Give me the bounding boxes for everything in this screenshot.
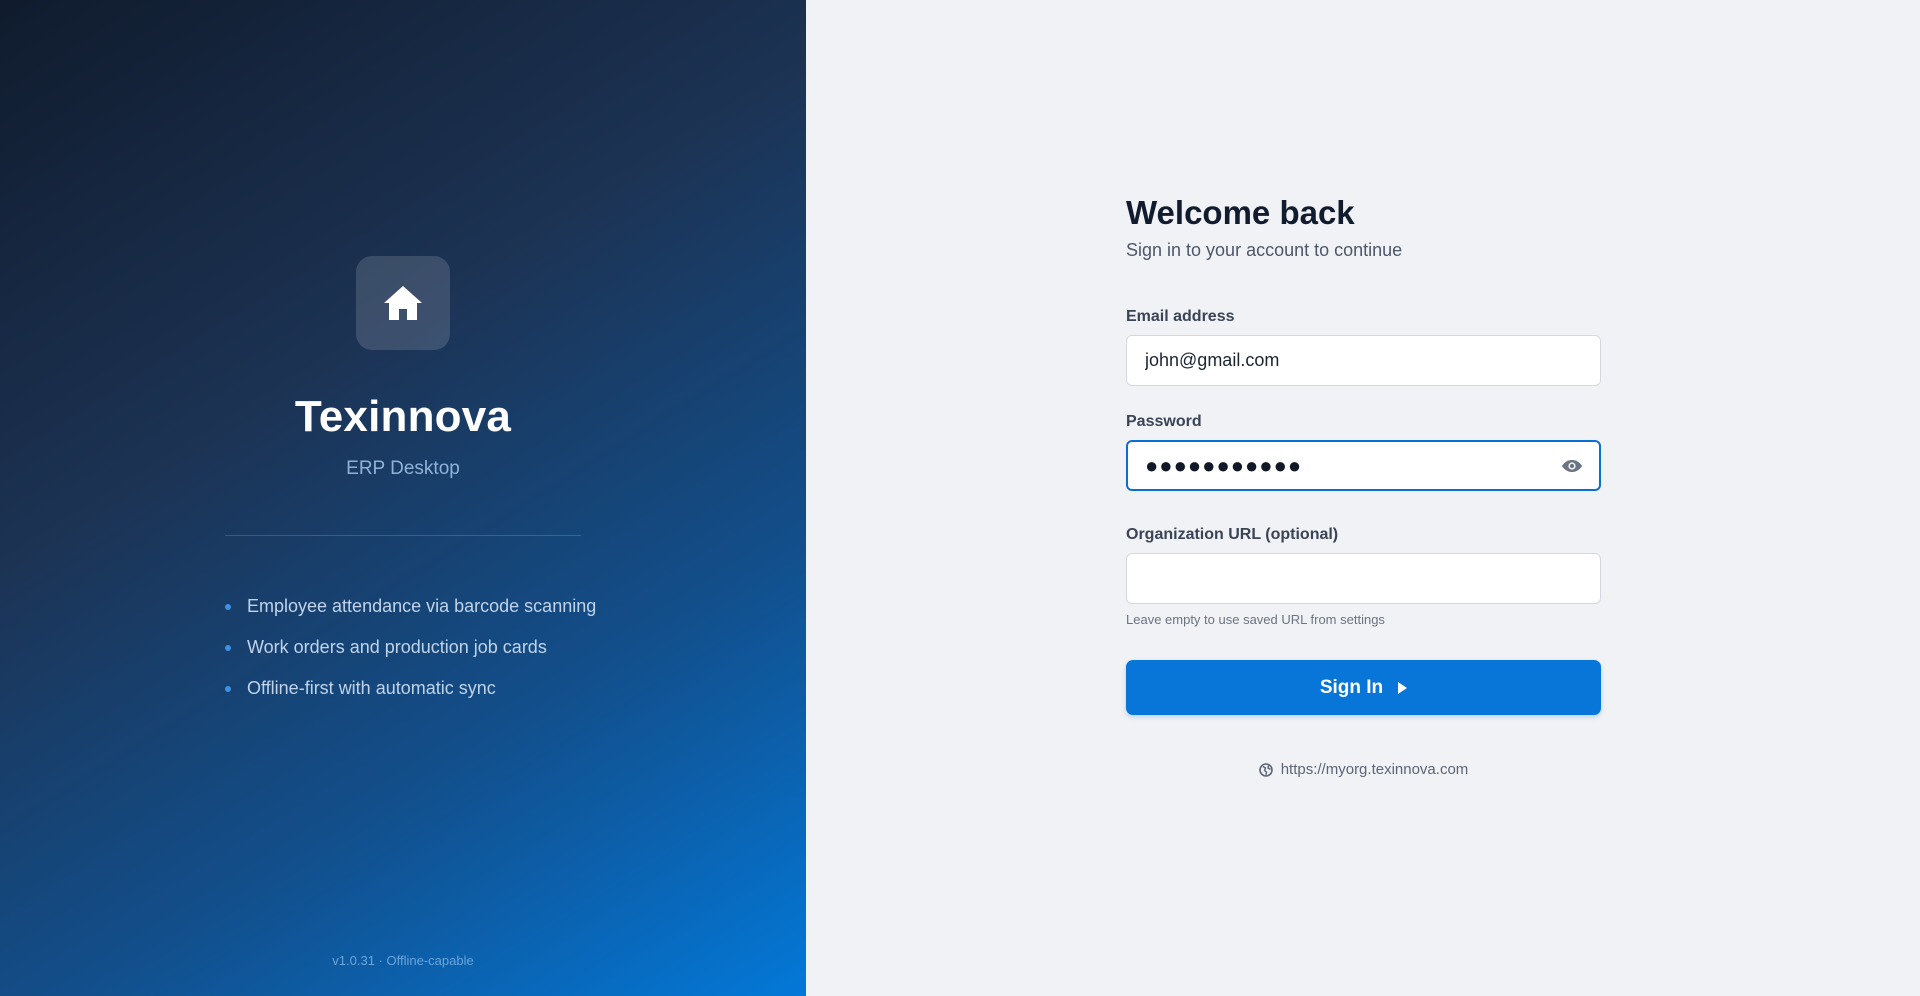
page-title: Welcome back — [1126, 194, 1355, 231]
brand-subtitle: ERP Desktop — [346, 458, 460, 479]
password-field-wrapper — [1126, 440, 1601, 491]
org-url-text: https://myorg.texinnova.com — [1280, 761, 1469, 778]
feature-text: Employee attendance via barcode scanning — [247, 596, 597, 616]
eye-icon — [1562, 459, 1582, 472]
globe-icon — [1258, 762, 1273, 777]
email-field[interactable] — [1145, 350, 1582, 371]
org-url-field-wrapper — [1126, 553, 1601, 604]
feature-item: Offline-first with automatic sync — [225, 668, 596, 709]
login-form: Welcome back Sign in to your account to … — [1126, 194, 1601, 778]
bullet-icon — [225, 685, 231, 692]
page-subtitle: Sign in to your account to continue — [1126, 240, 1403, 260]
bullet-icon — [225, 603, 231, 610]
password-field[interactable] — [1145, 452, 1582, 479]
play-arrow-icon — [1398, 681, 1408, 694]
sign-in-button[interactable]: Sign In — [1126, 660, 1601, 715]
email-label: Email address — [1126, 308, 1235, 325]
email-field-wrapper — [1126, 335, 1601, 386]
logo-tile — [356, 256, 450, 350]
org-url-hint: Leave empty to use saved URL from settin… — [1126, 612, 1385, 627]
feature-item: Work orders and production job cards — [225, 627, 596, 668]
home-icon — [384, 286, 422, 320]
sign-in-label: Sign In — [1319, 676, 1384, 698]
toggle-password-button[interactable] — [1559, 453, 1585, 479]
login-panel: Welcome back Sign in to your account to … — [806, 0, 1920, 996]
org-url-label: Organization URL (optional) — [1126, 526, 1339, 543]
bullet-icon — [225, 644, 231, 651]
org-url-field[interactable] — [1145, 568, 1582, 589]
feature-item: Employee attendance via barcode scanning — [225, 586, 596, 627]
feature-text: Offline-first with automatic sync — [247, 678, 496, 698]
current-org-url: https://myorg.texinnova.com — [1126, 761, 1601, 778]
feature-list: Employee attendance via barcode scanning… — [225, 586, 596, 709]
version-text: v1.0.31 · Offline-capable — [332, 953, 474, 968]
feature-text: Work orders and production job cards — [247, 637, 547, 657]
brand-name: Texinnova — [294, 392, 512, 441]
divider — [225, 535, 581, 536]
brand-panel: Texinnova ERP Desktop Employee attendanc… — [0, 0, 806, 996]
password-label: Password — [1126, 413, 1202, 430]
